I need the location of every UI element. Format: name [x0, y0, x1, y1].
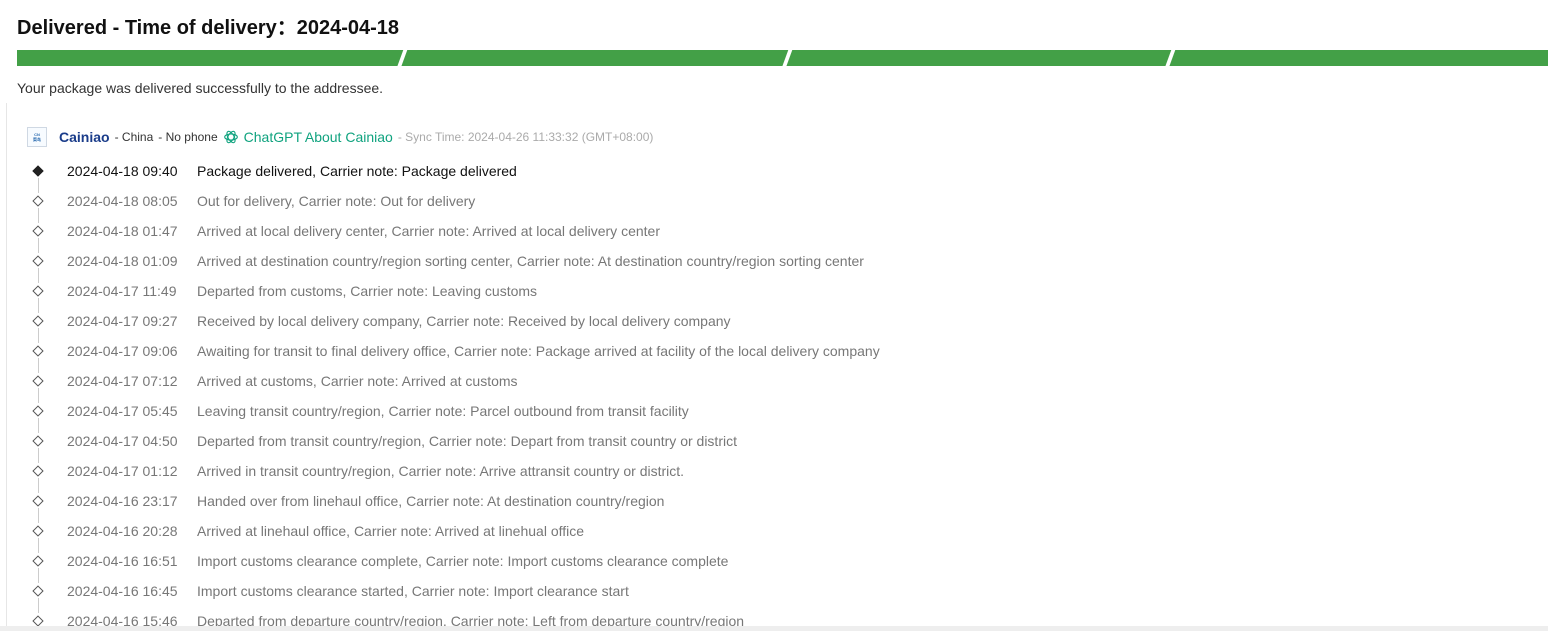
carrier-name-link[interactable]: Cainiao — [59, 129, 110, 145]
event-description: Leaving transit country/region, Carrier … — [197, 403, 689, 419]
hollow-diamond-icon — [32, 495, 44, 507]
event-description: Arrived in transit country/region, Carri… — [197, 463, 685, 479]
event-description: Received by local delivery company, Carr… — [197, 313, 731, 329]
event-time: 2024-04-17 05:45 — [67, 403, 178, 419]
filled-diamond-icon — [32, 165, 44, 177]
timeline-event: 2024-04-17 09:27 Received by local delive… — [0, 306, 1548, 343]
hollow-diamond-icon — [32, 525, 44, 537]
tracking-page: Delivered - Time of delivery：2024-04-18 … — [0, 0, 1548, 631]
event-time: 2024-04-17 07:12 — [67, 373, 178, 389]
event-time: 2024-04-17 01:12 — [67, 463, 178, 479]
timeline-event: 2024-04-16 16:45 Import customs clearance… — [0, 576, 1548, 613]
event-description: Arrived at destination country/region so… — [197, 253, 864, 269]
event-time: 2024-04-16 16:45 — [67, 583, 178, 599]
carrier-country: - China — [114, 130, 154, 144]
hollow-diamond-icon — [32, 615, 44, 627]
event-time: 2024-04-18 08:05 — [67, 193, 178, 209]
timeline-event: 2024-04-17 04:50 Departed from transit co… — [0, 426, 1548, 463]
hollow-diamond-icon — [32, 375, 44, 387]
event-time: 2024-04-16 23:17 — [67, 493, 178, 509]
timeline-event: 2024-04-18 08:05 Out for delivery, Carrie… — [0, 186, 1548, 223]
hollow-diamond-icon — [32, 315, 44, 327]
timeline-event: 2024-04-17 11:49 Departed from customs, C… — [0, 276, 1548, 313]
event-description: Departed from transit country/region, Ca… — [197, 433, 737, 449]
event-description: Import customs clearance complete, Carri… — [197, 553, 729, 569]
hollow-diamond-icon — [32, 585, 44, 597]
carrier-phone: - No phone — [158, 130, 218, 144]
timeline-event: 2024-04-16 16:51 Import customs clearance… — [0, 546, 1548, 583]
timeline-event: 2024-04-18 01:09 Arrived at destination c… — [0, 246, 1548, 283]
timeline-event: 2024-04-17 01:12 Arrived in transit count… — [0, 456, 1548, 493]
progress-separator — [395, 50, 409, 66]
event-time: 2024-04-17 04:50 — [67, 433, 178, 449]
event-time: 2024-04-17 09:27 — [67, 313, 178, 329]
cainiao-logo-icon[interactable]: CN 菜鸟 — [27, 127, 47, 147]
event-time: 2024-04-18 01:09 — [67, 253, 178, 269]
delivery-progress-bar — [17, 50, 1548, 66]
timeline-event: 2024-04-17 09:06 Awaiting for transit to … — [0, 336, 1548, 373]
hollow-diamond-icon — [32, 345, 44, 357]
timeline-event: 2024-04-18 09:40 Package delivered, Carri… — [0, 156, 1548, 193]
tracking-timeline: 2024-04-18 09:40 Package delivered, Carri… — [0, 156, 1548, 631]
delivery-status-description: Your package was delivered successfully … — [17, 80, 384, 96]
timeline-event: 2024-04-18 01:47 Arrived at local deliver… — [0, 216, 1548, 253]
hollow-diamond-icon — [32, 285, 44, 297]
event-description: Arrived at local delivery center, Carrie… — [197, 223, 660, 239]
timeline-event: 2024-04-17 05:45 Leaving transit country/… — [0, 396, 1548, 433]
chatgpt-about-carrier-link[interactable]: ChatGPT About Cainiao — [244, 129, 393, 145]
hollow-diamond-icon — [32, 225, 44, 237]
event-time: 2024-04-17 09:06 — [67, 343, 178, 359]
horizontal-scrollbar-track[interactable] — [0, 626, 1548, 631]
hollow-diamond-icon — [32, 555, 44, 567]
hollow-diamond-icon — [32, 405, 44, 417]
event-description: Arrived at linehaul office, Carrier note… — [197, 523, 585, 539]
event-time: 2024-04-16 20:28 — [67, 523, 178, 539]
event-description: Import customs clearance started, Carrie… — [197, 583, 629, 599]
timeline-event: 2024-04-16 20:28 Arrived at linehaul offi… — [0, 516, 1548, 553]
hollow-diamond-icon — [32, 255, 44, 267]
event-description: Out for delivery, Carrier note: Out for … — [197, 193, 476, 209]
progress-separator — [780, 50, 794, 66]
event-description: Awaiting for transit to final delivery o… — [197, 343, 880, 359]
event-time: 2024-04-18 09:40 — [67, 163, 178, 179]
progress-separator — [1163, 50, 1177, 66]
event-description: Package delivered, Carrier note: Package… — [197, 163, 517, 179]
event-time: 2024-04-17 11:49 — [67, 283, 177, 299]
event-description: Departed from customs, Carrier note: Lea… — [197, 283, 538, 299]
sync-time-text: - Sync Time: 2024-04-26 11:33:32 (GMT+08… — [397, 130, 654, 144]
event-time: 2024-04-16 16:51 — [67, 553, 178, 569]
delivery-status-title: Delivered - Time of delivery：2024-04-18 — [17, 17, 400, 39]
hollow-diamond-icon — [32, 435, 44, 447]
timeline-event: 2024-04-17 07:12 Arrived at customs, Carr… — [0, 366, 1548, 403]
event-time: 2024-04-18 01:47 — [67, 223, 178, 239]
event-description: Handed over from linehaul office, Carrie… — [197, 493, 665, 509]
hollow-diamond-icon — [32, 195, 44, 207]
carrier-info-row: CN 菜鸟 Cainiao - China - No phone ChatGPT … — [27, 126, 653, 148]
hollow-diamond-icon — [32, 465, 44, 477]
openai-icon[interactable] — [223, 129, 239, 145]
timeline-event: 2024-04-16 23:17 Handed over from linehau… — [0, 486, 1548, 523]
event-description: Arrived at customs, Carrier note: Arrive… — [197, 373, 518, 389]
